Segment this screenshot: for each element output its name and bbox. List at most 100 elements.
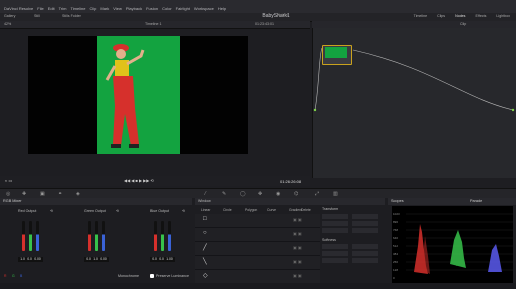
audio-icon[interactable]: ◐ ▭ xyxy=(5,178,12,183)
page-buttons: Timeline Clips Nodes Effects Lightbox xyxy=(404,14,510,18)
timeline-name[interactable]: Timeline 1 xyxy=(145,22,161,26)
window-row[interactable]: ○ ▣ ▣ xyxy=(195,228,320,242)
menu-item-9[interactable]: Fusion xyxy=(146,6,158,11)
channel-slider[interactable] xyxy=(95,221,98,251)
param-field[interactable] xyxy=(322,228,348,233)
softness-fields xyxy=(322,244,382,266)
window-shape-icon[interactable]: ╱ xyxy=(203,244,207,251)
motion-icon[interactable]: ◈ xyxy=(76,191,80,197)
param-field[interactable] xyxy=(352,221,378,226)
tracker-icon[interactable]: ✥ xyxy=(258,191,262,197)
still-button[interactable]: Still xyxy=(34,14,40,18)
stills-folder-button[interactable]: Stills Folder xyxy=(62,14,81,18)
param-field[interactable] xyxy=(322,214,348,219)
window-delete-button[interactable]: Delete xyxy=(301,208,311,212)
channel-slider[interactable] xyxy=(88,221,91,251)
channel-slider[interactable] xyxy=(161,221,164,251)
window-row-controls[interactable]: ▣ ▣ xyxy=(293,273,302,278)
window-tab-2[interactable]: Polygon xyxy=(245,208,257,212)
qualifier-icon[interactable]: ✎ xyxy=(222,191,226,197)
window-tab-0[interactable]: Linear xyxy=(201,208,210,212)
wheels-icon[interactable]: ◎ xyxy=(6,191,10,197)
menu-item-13[interactable]: Help xyxy=(218,6,226,11)
channel-value[interactable]: 1.00 xyxy=(164,257,175,262)
param-field[interactable] xyxy=(352,228,378,233)
menu-item-0[interactable]: DaVinci Resolve xyxy=(4,6,33,11)
curves-icon[interactable]: ⁄ xyxy=(205,191,206,197)
gallery-button[interactable]: Gallery xyxy=(4,14,15,18)
menu-item-11[interactable]: Fairlight xyxy=(176,6,190,11)
param-field[interactable] xyxy=(352,214,378,219)
playback-controls[interactable]: ◀◀ ◀ ■ ▶ ▶▶ ⟲ xyxy=(124,178,154,183)
menu-item-7[interactable]: View xyxy=(113,6,122,11)
window-icon[interactable]: ◯ xyxy=(240,191,246,197)
channel-letter[interactable]: B xyxy=(20,274,22,278)
primaries-icon[interactable]: ✚ xyxy=(22,191,26,197)
reset-icon[interactable]: ⟲ xyxy=(116,209,119,213)
scope-tick-label: 256 xyxy=(393,260,399,264)
channel-letter[interactable]: G xyxy=(12,274,15,278)
param-field[interactable] xyxy=(352,244,378,249)
param-field[interactable] xyxy=(322,258,348,263)
param-field[interactable] xyxy=(352,251,378,256)
window-row[interactable]: ╲ ▣ ▣ xyxy=(195,256,320,270)
window-row[interactable]: □ ▣ ▣ xyxy=(195,214,320,228)
param-field[interactable] xyxy=(322,244,348,249)
param-field[interactable] xyxy=(322,251,348,256)
param-field[interactable] xyxy=(322,221,348,226)
menu-item-8[interactable]: Playback xyxy=(126,6,142,11)
channel-slider[interactable] xyxy=(154,221,157,251)
param-field[interactable] xyxy=(352,258,378,263)
output-label-1: Green Output xyxy=(84,209,106,213)
3d-icon[interactable]: ▥ xyxy=(333,191,338,197)
page-clips[interactable]: Clips xyxy=(437,14,445,18)
rgb-mixer-icon[interactable]: ⚭ xyxy=(58,191,62,197)
window-shape-icon[interactable]: ╲ xyxy=(203,258,207,265)
channel-letter[interactable]: R xyxy=(4,274,6,278)
window-row[interactable]: ◇ ▣ ▣ xyxy=(195,270,320,284)
window-tab-3[interactable]: Curve xyxy=(267,208,276,212)
zoom-level[interactable]: 42% xyxy=(4,22,11,26)
reset-icon[interactable]: ⟲ xyxy=(50,209,53,213)
scope-mode-select[interactable]: Parade xyxy=(470,199,482,203)
scope-tick-label: 0 xyxy=(393,276,395,280)
menu-item-1[interactable]: File xyxy=(37,6,43,11)
channel-value[interactable]: 0.00 xyxy=(32,257,43,262)
window-row-controls[interactable]: ▣ ▣ xyxy=(293,231,302,236)
scopes-title: Scopes xyxy=(391,199,404,203)
window-shape-icon[interactable]: ◇ xyxy=(203,272,208,279)
blur-icon[interactable]: ◉ xyxy=(276,191,280,197)
window-row-controls[interactable]: ▣ ▣ xyxy=(293,217,302,222)
page-timeline[interactable]: Timeline xyxy=(414,14,427,18)
clip-label[interactable]: Clip xyxy=(460,22,466,26)
channel-slider[interactable] xyxy=(36,221,39,251)
channel-slider[interactable] xyxy=(102,221,105,251)
page-effects[interactable]: Effects xyxy=(475,14,486,18)
window-tab-1[interactable]: Circle xyxy=(223,208,232,212)
channel-slider[interactable] xyxy=(168,221,171,251)
menu-item-10[interactable]: Color xyxy=(162,6,172,11)
page-nodes[interactable]: Nodes xyxy=(455,14,465,18)
sizing-icon[interactable]: ⤢ xyxy=(315,191,319,197)
channel-slider[interactable] xyxy=(22,221,25,251)
hdr-icon[interactable]: ▣ xyxy=(40,191,45,197)
reset-icon[interactable]: ⟲ xyxy=(182,209,185,213)
window-row[interactable]: ╱ ▣ ▣ xyxy=(195,242,320,256)
menu-item-5[interactable]: Clip xyxy=(89,6,96,11)
window-list: □ ▣ ▣ ○ ▣ ▣ ╱ ▣ ▣ ╲ ▣ ▣ ◇ ▣ ▣ xyxy=(195,214,320,284)
window-shape-icon[interactable]: □ xyxy=(203,216,207,222)
menu-item-2[interactable]: Edit xyxy=(48,6,55,11)
key-icon[interactable]: ⌬ xyxy=(294,191,298,197)
menu-item-4[interactable]: Timeline xyxy=(71,6,86,11)
menu-item-6[interactable]: Mark xyxy=(100,6,109,11)
preserve-luminance-checkbox[interactable] xyxy=(150,274,154,278)
channel-slider[interactable] xyxy=(29,221,32,251)
window-row-controls[interactable]: ▣ ▣ xyxy=(293,259,302,264)
menu-item-3[interactable]: Trim xyxy=(59,6,67,11)
page-lightbox[interactable]: Lightbox xyxy=(496,14,510,18)
window-row-controls[interactable]: ▣ ▣ xyxy=(293,245,302,250)
menu-item-12[interactable]: Workspace xyxy=(194,6,214,11)
window-shape-icon[interactable]: ○ xyxy=(203,230,207,236)
rgb-mixer-title: RGB Mixer xyxy=(3,199,22,203)
channel-value[interactable]: 0.00 xyxy=(98,257,109,262)
